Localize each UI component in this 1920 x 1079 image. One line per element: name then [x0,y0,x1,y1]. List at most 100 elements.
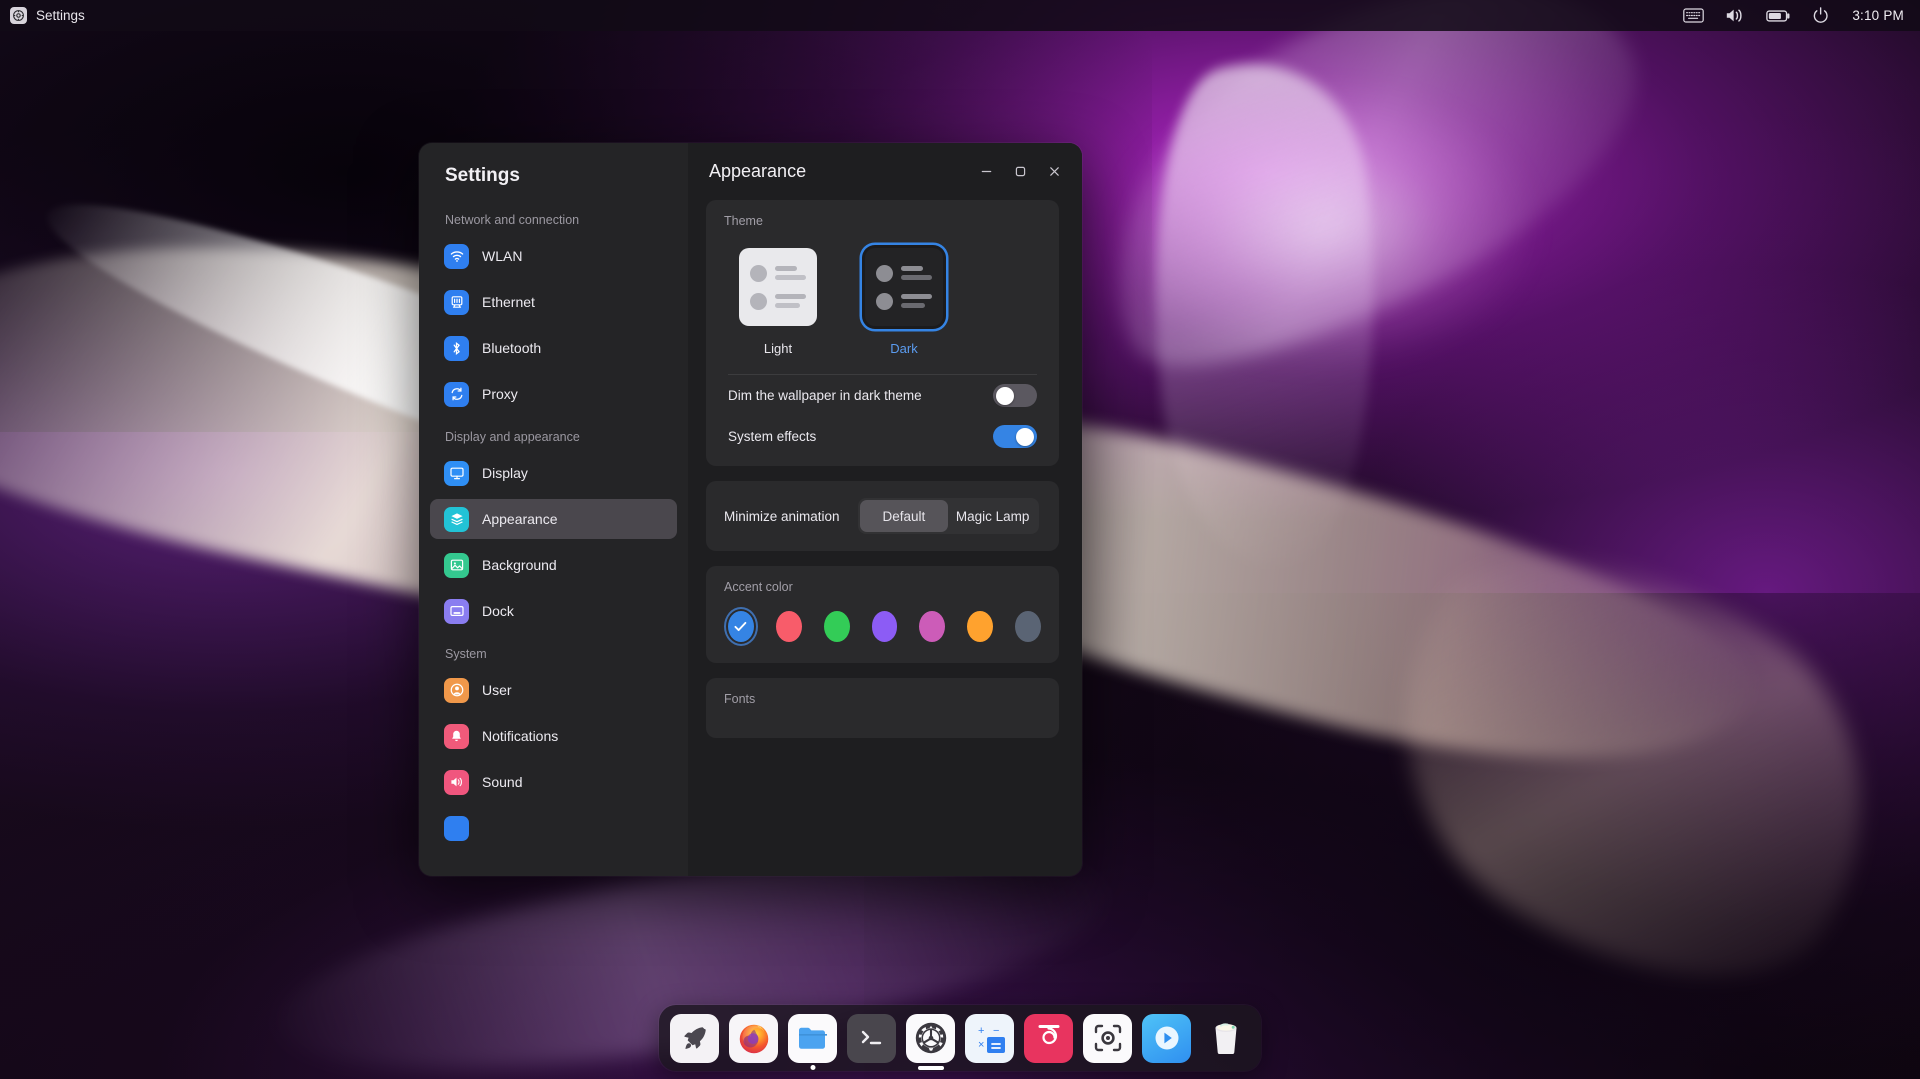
svg-text:+: + [978,1025,984,1037]
settings-window: Settings Network and connection WLAN Eth… [419,143,1082,876]
sidebar-group-label-display: Display and appearance [445,430,580,444]
accent-swatch-slate[interactable] [1015,611,1042,642]
sidebar-item-partial[interactable] [430,808,677,848]
sidebar-item-label: Appearance [482,511,558,527]
power-icon[interactable] [1812,6,1831,25]
sidebar-item-wlan[interactable]: WLAN [430,236,677,276]
theme-preview-dark[interactable] [862,245,946,329]
speaker-icon [444,769,469,795]
accent-swatch-red[interactable] [775,611,802,642]
accent-swatch-magenta[interactable] [919,611,946,642]
page-title: Appearance [709,161,807,181]
sidebar-group-label-system: System [445,647,487,661]
debian-spiral-icon [1024,1013,1073,1063]
close-button[interactable] [1039,156,1070,187]
dock-item-terminal[interactable] [847,1013,896,1063]
theme-option-light[interactable]: Light [736,245,820,356]
content-area: Appearance Theme Light Dark Dim the wall… [688,143,1082,876]
sidebar-item-proxy[interactable]: Proxy [430,374,677,414]
trash-bin-icon [1201,1014,1250,1063]
dock-item-calculator[interactable]: + − × [965,1013,1014,1063]
theme-section-label: Theme [724,214,763,228]
play-circle-icon [1142,1013,1191,1063]
sidebar-item-user[interactable]: User [430,670,677,710]
dim-wallpaper-row: Dim the wallpaper in dark theme [724,375,1041,416]
sidebar-item-display[interactable]: Display [430,453,677,493]
fonts-section-label: Fonts [724,692,756,706]
sidebar-item-label: Notifications [482,728,559,744]
running-indicator-bar [917,1066,944,1070]
sidebar-item-label: Sound [482,774,523,790]
dock-item-firefox[interactable] [729,1013,778,1063]
bell-icon [444,723,469,749]
calculator-icon: + − × [965,1013,1014,1063]
sidebar-item-bluetooth[interactable]: Bluetooth [430,328,677,368]
rocket-icon [670,1013,719,1063]
maximize-button[interactable] [1005,156,1036,187]
accent-color-card: Accent color [706,566,1059,663]
generic-settings-icon [444,815,469,841]
bluetooth-icon [444,335,469,361]
top-panel-app-name: Settings [36,8,85,23]
dock-item-media-player[interactable] [1142,1013,1191,1063]
accent-swatch-orange[interactable] [967,611,994,642]
system-effects-row: System effects [724,416,1041,457]
settings-scroll-area[interactable]: Theme Light Dark Dim the wallpaper in da… [688,200,1082,876]
wifi-icon [444,243,469,269]
minimize-animation-option-magic-lamp[interactable]: Magic Lamp [948,500,1037,532]
content-header: Appearance [688,143,1082,200]
dock-item-trash[interactable] [1201,1014,1250,1063]
running-indicator-dot [810,1064,815,1070]
dock-item-screenshot[interactable] [1083,1013,1132,1063]
sidebar-item-label: WLAN [482,248,523,264]
sidebar-item-label: Dock [482,603,514,619]
sidebar-item-sound[interactable]: Sound [430,762,677,802]
terminal-icon [847,1013,896,1063]
keyboard-layout-icon[interactable] [1683,8,1705,23]
volume-icon[interactable] [1725,7,1745,24]
firefox-icon [729,1013,778,1063]
sidebar-list[interactable]: Network and connection WLAN Ethernet Blu… [419,203,688,876]
dim-wallpaper-label: Dim the wallpaper in dark theme [728,388,922,403]
sidebar-item-label: User [482,682,512,698]
sidebar-item-label: Background [482,557,557,573]
theme-preview-light[interactable] [736,245,820,329]
clock[interactable]: 3:10 PM [1852,8,1904,23]
window-controls [971,156,1070,187]
minimize-animation-label: Minimize animation [724,508,840,524]
top-panel-app-info[interactable]: Settings [0,7,85,24]
svg-text:−: − [993,1025,999,1037]
sidebar-item-dock[interactable]: Dock [430,591,677,631]
minimize-animation-option-default[interactable]: Default [859,500,949,532]
accent-swatch-purple[interactable] [871,611,898,642]
dock-item-software-center[interactable] [1024,1013,1073,1063]
theme-card: Theme Light Dark Dim the wallpaper in da… [706,200,1059,466]
theme-option-dark[interactable]: Dark [862,245,946,356]
sidebar-group-label-network: Network and connection [445,213,580,227]
sidebar-item-background[interactable]: Background [430,545,677,585]
proxy-sync-icon [444,381,469,407]
monitor-icon [444,460,469,486]
sidebar-item-appearance[interactable]: Appearance [430,499,677,539]
dock-item-files[interactable] [788,1013,837,1070]
sidebar-item-label: Bluetooth [482,340,542,356]
minimize-animation-segmented[interactable]: Default Magic Lamp [857,498,1039,534]
minimize-button[interactable] [971,156,1002,187]
dock-item-app-launcher[interactable] [670,1013,719,1063]
folder-icon [788,1013,837,1063]
fonts-card: Fonts [706,678,1059,738]
dock-item-settings[interactable] [906,1013,955,1070]
accent-swatch-blue[interactable] [728,611,754,642]
sidebar-item-ethernet[interactable]: Ethernet [430,282,677,322]
dim-wallpaper-toggle[interactable] [993,384,1037,407]
user-avatar-icon [444,677,469,703]
layers-icon [444,506,469,532]
theme-options: Light Dark [724,228,1041,356]
sidebar-item-label: Ethernet [482,294,535,310]
sidebar-item-notifications[interactable]: Notifications [430,716,677,756]
sidebar-item-label: Display [482,465,528,481]
accent-color-swatches [724,594,1042,642]
system-effects-toggle[interactable] [993,425,1037,448]
accent-swatch-green[interactable] [823,611,850,642]
battery-icon[interactable] [1766,9,1791,23]
